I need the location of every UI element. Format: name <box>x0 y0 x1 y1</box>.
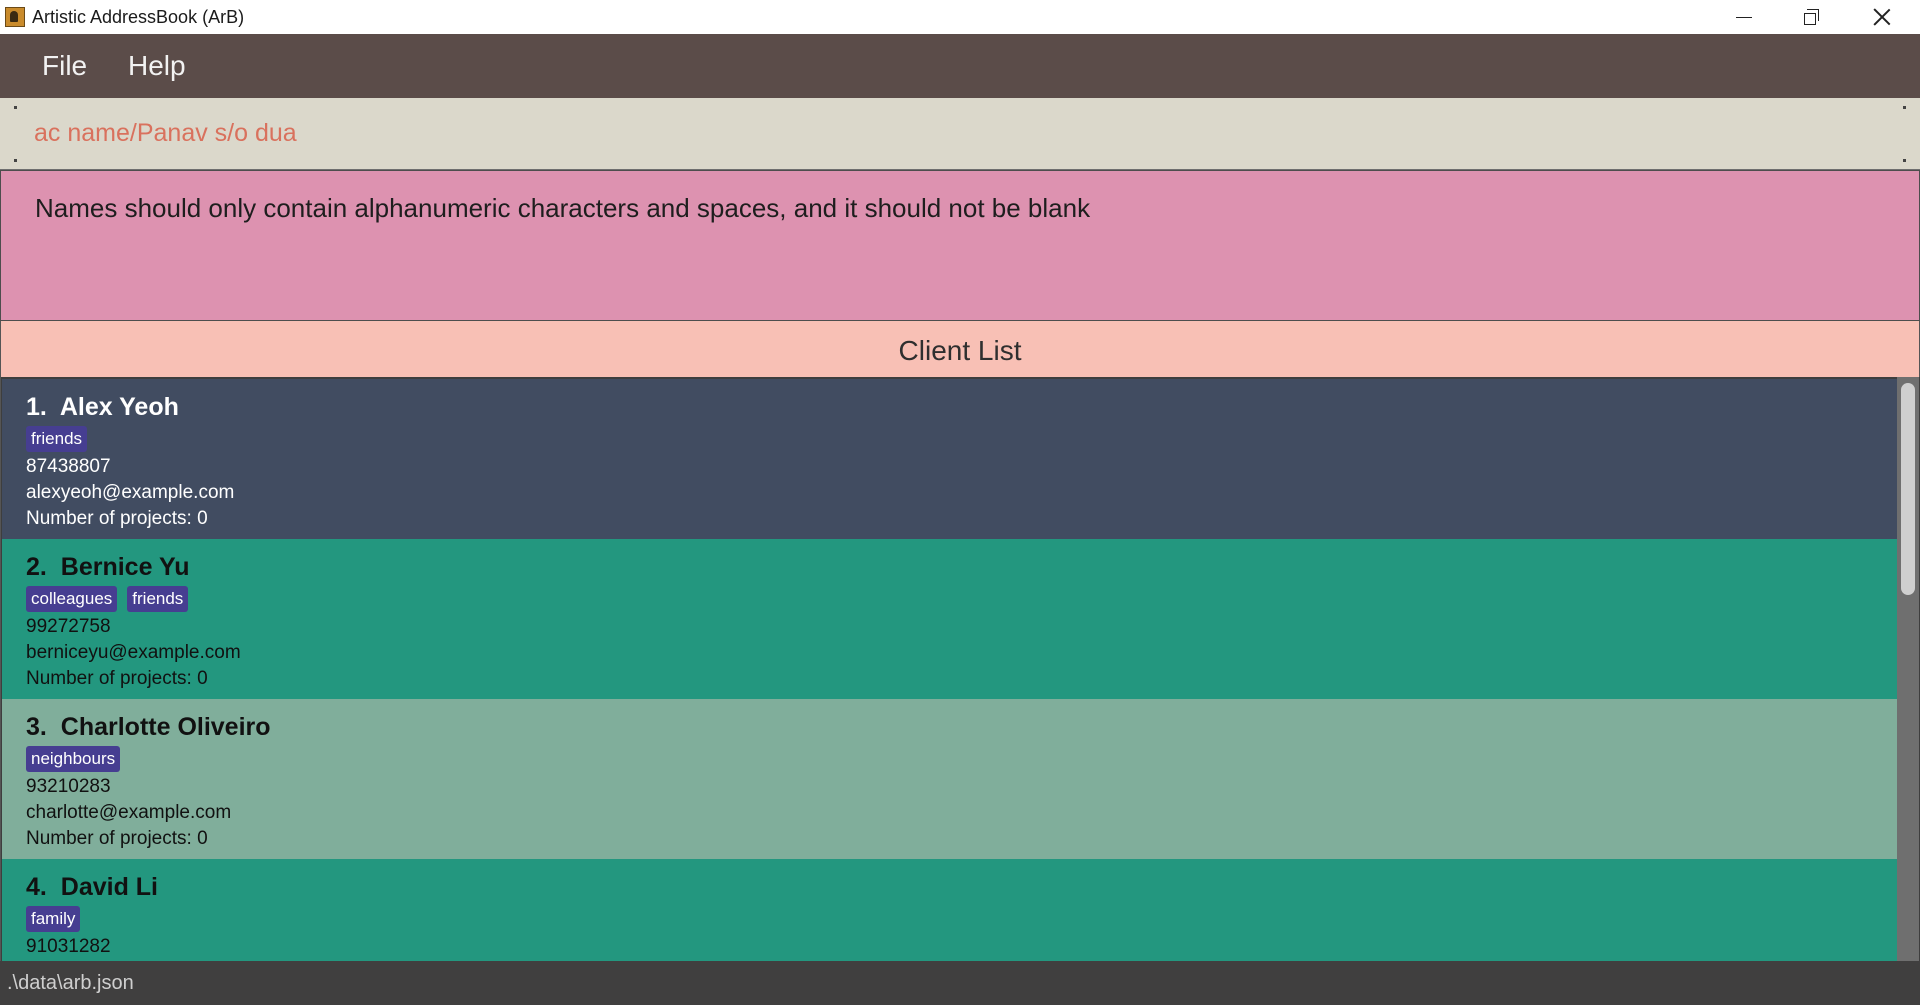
client-index: 1. <box>26 393 47 421</box>
tag: family <box>26 906 81 932</box>
window-title: Artistic AddressBook (ArB) <box>32 7 245 27</box>
client-tags: colleagues friends <box>26 586 189 612</box>
client-email: alexyeoh@example.com <box>26 482 235 503</box>
client-name-line: 3. Charlotte Oliveiro <box>26 712 271 742</box>
command-input[interactable] <box>34 116 1884 150</box>
minimize-button[interactable] <box>1710 0 1778 34</box>
client-phone: 87438807 <box>26 456 111 477</box>
result-message: Names should only contain alphanumeric c… <box>35 193 1091 223</box>
client-email: berniceyu@example.com <box>26 642 241 663</box>
command-box <box>0 98 1920 170</box>
resize-corner-mark <box>14 106 17 109</box>
title-bar: Artistic AddressBook (ArB) <box>0 0 1920 34</box>
app-icon <box>5 7 25 27</box>
client-list-scrollbar[interactable] <box>1897 377 1919 961</box>
client-name-line: 1. Alex Yeoh <box>26 392 179 422</box>
client-tags: friends <box>26 426 88 452</box>
client-card[interactable]: 2. Bernice Yu colleagues friends 9927275… <box>2 539 1898 699</box>
client-tags: neighbours <box>26 746 121 772</box>
client-card[interactable]: 3. Charlotte Oliveiro neighbours 9321028… <box>2 699 1898 859</box>
menu-file[interactable]: File <box>42 51 87 81</box>
client-list-header: Client List <box>0 321 1920 377</box>
client-name: Alex Yeoh <box>59 393 179 421</box>
client-list[interactable]: 1. Alex Yeoh friends 87438807 alexyeoh@e… <box>0 377 1920 961</box>
minimize-icon <box>1736 16 1752 18</box>
client-index: 2. <box>26 553 47 581</box>
resize-corner-mark <box>1903 159 1906 162</box>
client-card[interactable]: 1. Alex Yeoh friends 87438807 alexyeoh@e… <box>2 379 1898 539</box>
client-name: Charlotte Oliveiro <box>60 713 271 741</box>
resize-corner-mark <box>1903 106 1906 109</box>
tag: neighbours <box>26 746 121 772</box>
scrollbar-thumb[interactable] <box>1901 383 1915 595</box>
status-bar: .\data\arb.json <box>0 961 1920 1005</box>
client-phone: 93210283 <box>26 776 111 797</box>
close-button[interactable] <box>1848 0 1916 34</box>
client-projects: Number of projects: 0 <box>26 508 208 529</box>
save-location-path: .\data\arb.json <box>7 972 134 994</box>
client-card[interactable]: 4. David Li family 91031282 <box>2 859 1898 961</box>
client-name-line: 2. Bernice Yu <box>26 552 190 582</box>
client-index: 3. <box>26 713 47 741</box>
client-tags: family <box>26 906 81 932</box>
resize-corner-mark <box>14 159 17 162</box>
result-display: Names should only contain alphanumeric c… <box>0 170 1920 321</box>
menu-bar: File Help <box>0 34 1920 98</box>
client-name: David Li <box>60 873 159 901</box>
client-email: charlotte@example.com <box>26 802 232 823</box>
client-name: Bernice Yu <box>60 553 190 581</box>
maximize-button[interactable] <box>1778 0 1846 34</box>
restore-icon <box>1804 9 1819 25</box>
client-index: 4. <box>26 873 47 901</box>
client-list-title: Client List <box>898 335 1022 366</box>
tag: friends <box>127 586 189 612</box>
client-phone: 99272758 <box>26 616 111 637</box>
tag: friends <box>26 426 88 452</box>
menu-help[interactable]: Help <box>128 51 186 81</box>
tag: colleagues <box>26 586 118 612</box>
client-name-line: 4. David Li <box>26 872 158 902</box>
close-icon <box>1873 8 1891 26</box>
client-projects: Number of projects: 0 <box>26 668 208 689</box>
client-phone: 91031282 <box>26 936 111 957</box>
client-projects: Number of projects: 0 <box>26 828 208 849</box>
